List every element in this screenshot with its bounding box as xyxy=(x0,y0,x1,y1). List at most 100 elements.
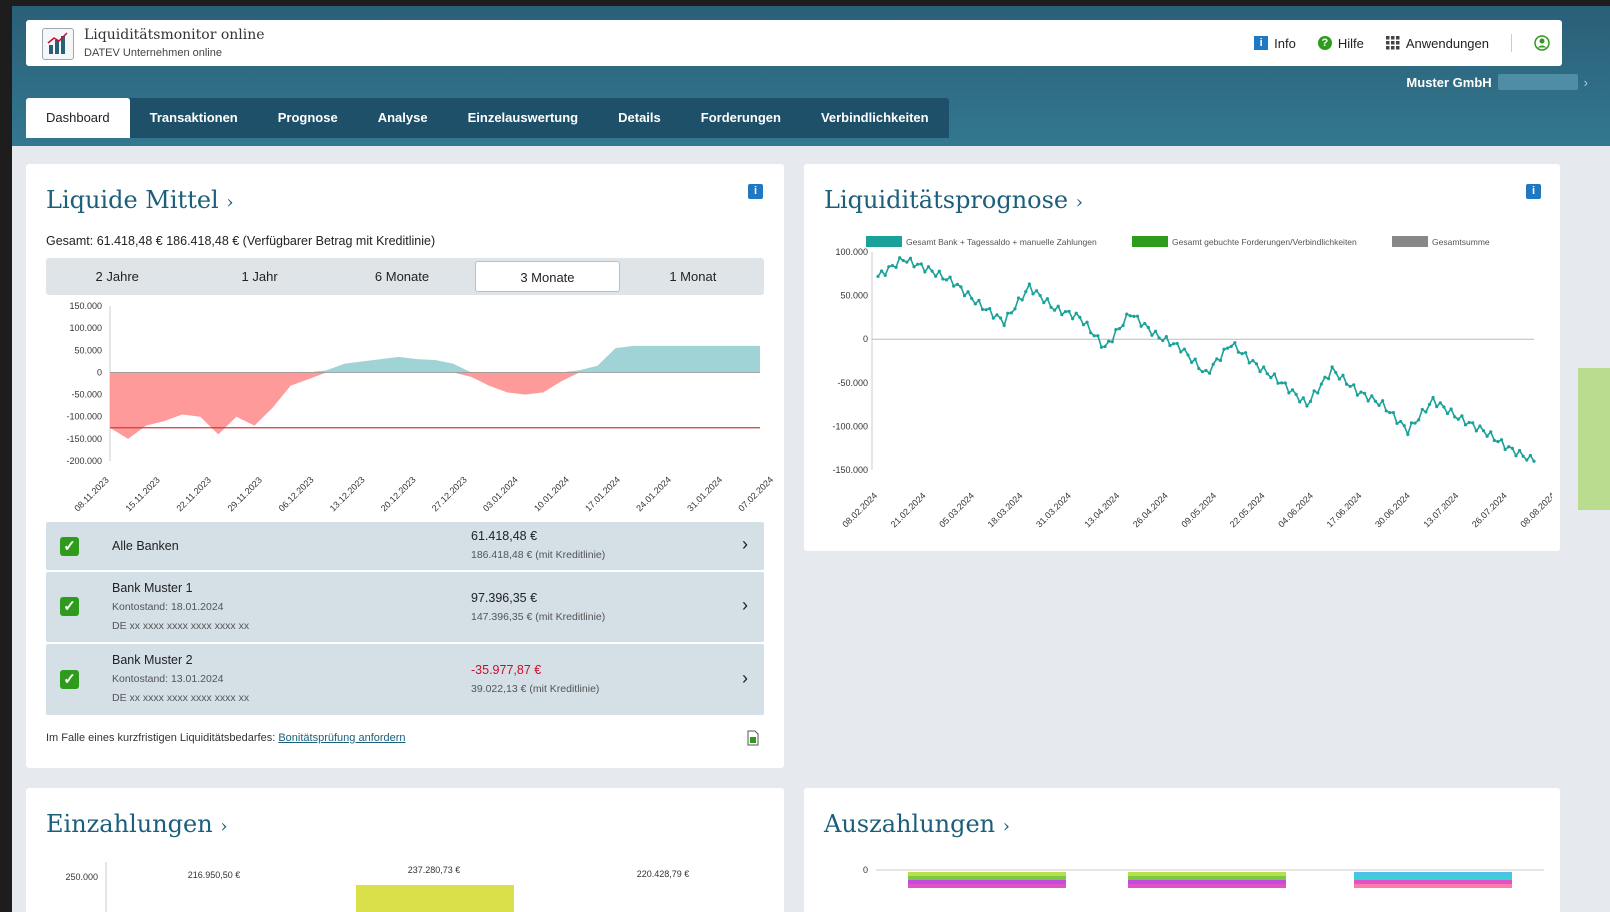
chevron-right-icon[interactable]: › xyxy=(742,534,748,555)
x-tick-label: 06.12.2023 xyxy=(277,474,316,513)
y-tick-label: 250.000 xyxy=(65,872,98,882)
bonitaet-link[interactable]: Bonitätsprüfung anfordern xyxy=(278,732,405,744)
user-account-icon[interactable] xyxy=(1534,35,1550,51)
bank-iban: DE xx xxxx xxxx xxxx xxxx xx xyxy=(112,692,250,704)
tab-einzelauswertung[interactable]: Einzelauswertung xyxy=(447,98,599,138)
forecast-point xyxy=(1334,370,1338,375)
forecast-point xyxy=(1107,339,1111,343)
chevron-right-icon[interactable]: › xyxy=(742,595,748,616)
forecast-point xyxy=(1269,376,1273,380)
liquide-mittel-title[interactable]: Liquide Mittel › xyxy=(46,186,234,214)
forecast-point xyxy=(1143,321,1147,326)
apps-button[interactable]: Anwendungen xyxy=(1385,36,1489,51)
forecast-point xyxy=(1092,334,1096,338)
bank-balance-date: Kontostand: 18.01.2024 xyxy=(112,601,224,613)
y-tick-label: -50.000 xyxy=(71,390,102,400)
checkbox-checked-icon[interactable]: ✓ xyxy=(60,537,79,556)
bank-credit-amount: 39.022,13 € (mit Kreditlinie) xyxy=(471,683,600,695)
auszahlungen-title[interactable]: Auszahlungen › xyxy=(824,810,1010,838)
info-icon[interactable]: i xyxy=(748,184,763,199)
help-button[interactable]: ? Hilfe xyxy=(1317,36,1364,51)
bank-row-muster-2[interactable]: ✓ Bank Muster 2 Kontostand: 13.01.2024 D… xyxy=(46,644,764,715)
checkbox-checked-icon[interactable]: ✓ xyxy=(60,670,79,689)
tab-transaktionen[interactable]: Transaktionen xyxy=(129,98,258,138)
y-tick-label: 100.000 xyxy=(69,323,102,333)
forecast-point xyxy=(962,294,967,298)
tab-verbindlichkeiten[interactable]: Verbindlichkeiten xyxy=(800,98,949,138)
period-1-monat[interactable]: 1 Monat xyxy=(622,258,764,295)
forecast-point xyxy=(1031,292,1035,296)
bar-segment xyxy=(1354,876,1512,880)
info-button[interactable]: i Info xyxy=(1254,36,1296,51)
x-tick-label: 31.03.2024 xyxy=(1034,490,1073,529)
forecast-point xyxy=(1157,336,1161,340)
forecast-point xyxy=(1153,329,1158,333)
tab-prognose[interactable]: Prognose xyxy=(257,98,358,138)
legend-swatch xyxy=(1132,236,1168,247)
forecast-point xyxy=(1290,388,1295,392)
forecast-point xyxy=(1211,362,1215,366)
forecast-point xyxy=(876,274,880,279)
forecast-point xyxy=(1254,362,1259,366)
tab-dashboard[interactable]: Dashboard xyxy=(26,98,130,138)
forecast-point xyxy=(1265,372,1269,376)
forecast-point xyxy=(898,256,902,260)
period-3-monate[interactable]: 3 Monate xyxy=(475,261,620,292)
x-tick-label: 22.11.2023 xyxy=(174,475,212,513)
period-selector: 2 Jahre 1 Jahr 6 Monate 3 Monate 1 Monat xyxy=(46,258,764,295)
chevron-right-icon[interactable]: › xyxy=(742,668,748,689)
x-tick-label: 31.01.2024 xyxy=(685,474,724,513)
bar-segment xyxy=(1128,884,1286,888)
x-tick-label: 29.11.2023 xyxy=(226,475,264,513)
forecast-point xyxy=(1099,345,1104,349)
forecast-point xyxy=(1341,373,1345,377)
forecast-point xyxy=(1258,369,1262,374)
bar-data-label: 220.428,79 € xyxy=(637,869,690,879)
forecast-point xyxy=(1236,350,1241,354)
y-tick-label: -150.000 xyxy=(832,465,868,475)
forecast-point xyxy=(1359,390,1363,394)
y-tick-label: 100.000 xyxy=(835,247,868,257)
checkbox-checked-icon[interactable]: ✓ xyxy=(60,597,79,616)
prognose-chart: Gesamt Bank + Tagessaldo + manuelle Zahl… xyxy=(832,236,1552,529)
prognose-title[interactable]: Liquiditätsprognose › xyxy=(824,186,1083,214)
excel-export-icon[interactable] xyxy=(746,730,760,746)
bank-amount: -35.977,87 € xyxy=(471,663,542,677)
forecast-point xyxy=(1056,304,1060,308)
legend-label: Gesamt Bank + Tagessaldo + manuelle Zahl… xyxy=(906,237,1097,247)
forecast-point xyxy=(1197,366,1201,371)
total-balance: Gesamt: 61.418,48 € 186.418,48 € (Verfüg… xyxy=(46,234,436,248)
forecast-point xyxy=(1233,341,1237,345)
period-6-monate[interactable]: 6 Monate xyxy=(331,258,473,295)
tab-analyse[interactable]: Analyse xyxy=(357,98,448,138)
period-1-jahr[interactable]: 1 Jahr xyxy=(188,258,330,295)
bar-segment xyxy=(908,880,1066,884)
forecast-point xyxy=(1161,338,1165,343)
legend-swatch xyxy=(866,236,902,247)
forecast-point xyxy=(1251,358,1255,363)
forecast-point xyxy=(952,284,956,288)
info-icon[interactable]: i xyxy=(1526,184,1541,199)
forecast-point xyxy=(1020,298,1024,302)
feedback-side-tab[interactable] xyxy=(1578,368,1610,510)
bank-balance-date: Kontostand: 13.01.2024 xyxy=(112,673,224,685)
forecast-point xyxy=(1089,331,1093,335)
period-2-jahre[interactable]: 2 Jahre xyxy=(46,258,188,295)
forecast-point xyxy=(934,274,938,278)
tab-forderungen[interactable]: Forderungen xyxy=(680,98,801,138)
forecast-point xyxy=(1373,399,1378,403)
y-tick-label: -200.000 xyxy=(66,456,102,466)
bank-credit-amount: 186.418,48 € (mit Kreditlinie) xyxy=(471,549,606,561)
y-tick-label: 0 xyxy=(97,367,102,377)
bank-iban: DE xx xxxx xxxx xxxx xxxx xx xyxy=(112,620,250,632)
forecast-point xyxy=(1348,384,1352,389)
company-selector[interactable]: Muster GmbH › xyxy=(1406,74,1588,90)
einzahlungen-title[interactable]: Einzahlungen › xyxy=(46,810,228,838)
forecast-point xyxy=(1424,410,1428,414)
company-id-redacted xyxy=(1497,74,1578,90)
bank-row-alle[interactable]: ✓ Alle Banken 61.418,48 € 186.418,48 € (… xyxy=(46,522,764,570)
liquiditaetsprognose-card: Liquiditätsprognose › i Gesamt Bank + Ta… xyxy=(804,164,1560,551)
bank-row-muster-1[interactable]: ✓ Bank Muster 1 Kontostand: 18.01.2024 D… xyxy=(46,572,764,642)
tab-details[interactable]: Details xyxy=(598,98,681,138)
forecast-point xyxy=(1442,405,1446,409)
